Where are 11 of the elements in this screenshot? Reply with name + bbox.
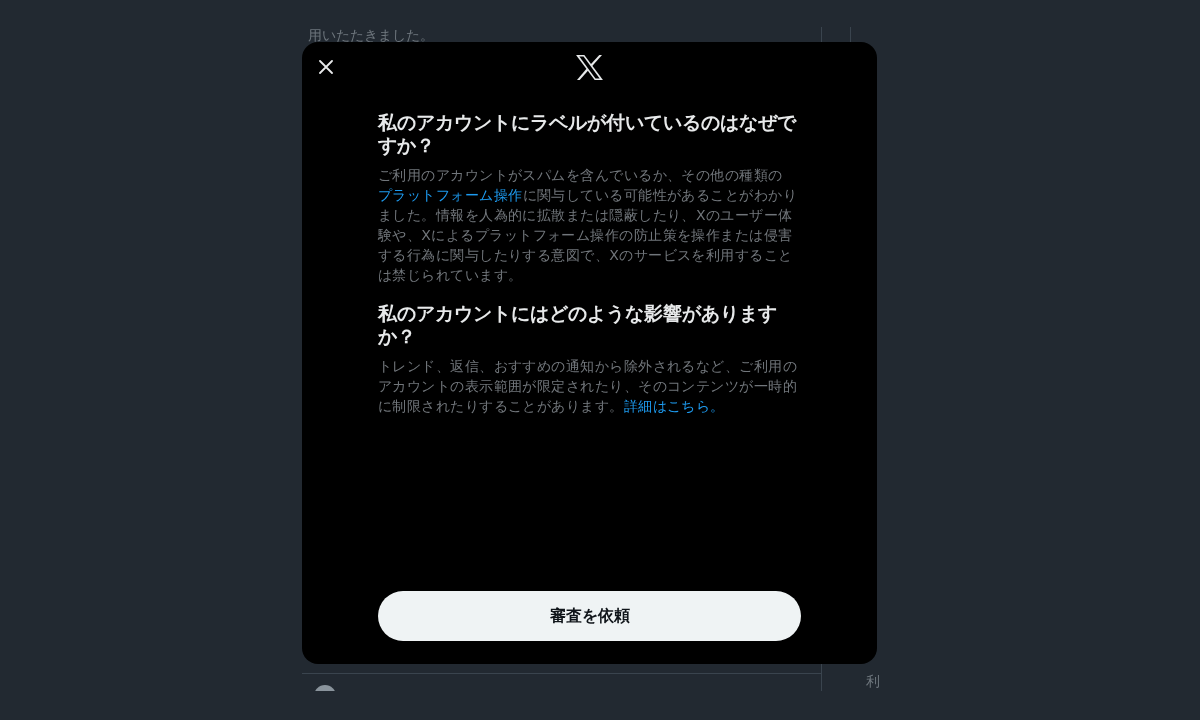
section-paragraph: トレンド、返信、おすすめの通知から除外されるなど、ご利用のアカウントの表示範囲が限定されたり、そのコンテンツが一時的に制限されたりすることがあります。詳細はこちら。 — [378, 357, 799, 417]
sidebar-text: 利 — [866, 673, 881, 691]
request-review-button[interactable]: 審査を依頼 — [378, 591, 801, 641]
section-heading: 私のアカウントにラベルが付いているのはなぜですか？ — [378, 111, 798, 157]
inline-link[interactable]: 詳細はこちら。 — [623, 398, 725, 415]
logo-icon — [576, 54, 603, 80]
section-heading: 私のアカウントにはどのような影響がありますか？ — [378, 302, 778, 349]
section-paragraph: ご利用のアカウントがスパムを含んでいるか、その他の種類の プラットフォーム操作に関与している可能性があることがわかりました。情報を人為的に拡散または隠蔽したり、Xのユーザー体験や、Xによるプラットフォーム操作の防止策を操作または侵害する行為に関与したりする意図で、Xのサービスを利用することは禁じられています。 — [378, 166, 799, 285]
close-icon — [319, 60, 333, 74]
inline-link[interactable]: プラットフォーム操作 — [378, 186, 523, 203]
post-text: 用いたたきました。 — [308, 27, 434, 43]
